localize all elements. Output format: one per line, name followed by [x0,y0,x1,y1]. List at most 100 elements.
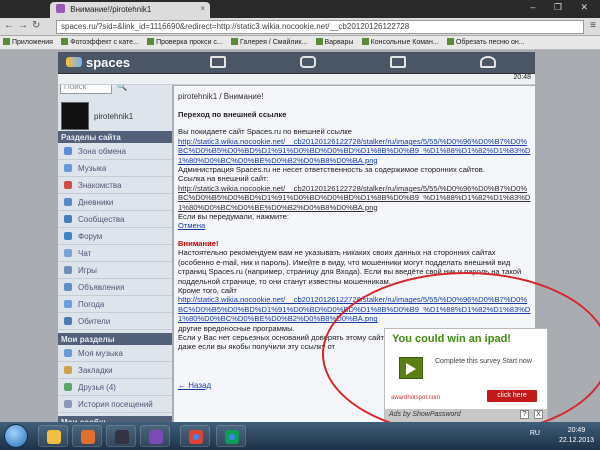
page-icon [147,38,155,45]
back-link[interactable]: ← Назад [178,381,211,390]
windows-taskbar: RU 20:49 22.12.2013 [0,422,600,450]
music-icon [64,349,72,357]
warning-title: Внимание! [178,238,219,248]
sidebar-item-communities[interactable]: Сообщества [58,211,172,228]
page-icon [315,38,323,45]
sidebar-item-bookmarks[interactable]: Закладки [58,362,172,379]
taskbar-item[interactable] [38,425,68,447]
browser-titlebar: Внимание!/pirotehnik1 × – ❐ ✕ [0,0,600,18]
clock-date: 22.12.2013 [558,437,594,444]
sidebar-item-games[interactable]: Игры [58,262,172,279]
cancel-link[interactable]: Отмена [178,221,532,230]
sidebar-item-friends[interactable]: Друзья (4) [58,379,172,396]
chat-icon [64,249,72,257]
start-button[interactable] [4,424,28,448]
address-bar-row: ← → ↻ spaces.ru/?sid=&link_id=1116690&re… [0,18,600,36]
bookmarks-bar: Приложения Фотоэффект с кате... Проверка… [0,36,600,50]
site-logo[interactable]: spaces [66,55,130,70]
taskbar-item[interactable] [106,425,136,447]
bookmark-item[interactable]: Приложения [0,36,56,48]
games-icon [64,266,72,274]
database-icon[interactable] [300,56,316,68]
disclaimer-text: Администрация Spaces.ru не несет ответст… [178,165,485,175]
bookmark-item[interactable]: Фотоэффект с кате... [58,36,142,48]
bookmark-item[interactable]: Консольные Коман... [359,36,442,48]
ad-site: awardhotspot.com [391,395,441,401]
external-link-plain: http://static3.wikia.nocookie.net/__cb20… [178,183,531,212]
tab-close-icon[interactable]: × [200,4,205,13]
sidebar-item-my-music[interactable]: Моя музыка [58,345,172,362]
link-label: Ссылка на внешний сайт: [178,174,269,184]
spaces-favicon-icon [56,4,65,13]
user-block[interactable]: pirotehnik1 [60,102,170,132]
chrome-icon [189,430,203,444]
sidebar-item-music[interactable]: Музыка [58,160,172,177]
avatar[interactable] [61,102,89,130]
site-header: spaces [58,52,535,74]
page-title: Переход по внешней ссылке [178,110,287,119]
app-icon [115,430,129,444]
notes-icon[interactable] [390,56,406,68]
sidebar-item-diaries[interactable]: Дневники [58,194,172,211]
arrow-icon[interactable] [399,357,423,379]
sidebar-item-chat[interactable]: Чат [58,245,172,262]
clock[interactable]: 20:49 22.12.2013 [559,426,594,446]
ad-footer: Ads by ShowPassword ? X [385,409,547,422]
popup-ad: You could win an ipad! Complete this sur… [384,328,548,422]
bookmark-item[interactable]: Варвары [313,36,357,48]
page-icon [446,38,454,45]
external-link-repeat[interactable]: http://static3.wikia.nocookie.net/__cb20… [178,295,532,323]
sidebar-item-dating[interactable]: Знакомства [58,177,172,194]
content-body: Переход по внешней ссылке Вы покидаете с… [178,110,532,352]
abodes-icon [64,317,72,325]
window-controls[interactable]: – ❐ ✕ [530,2,596,13]
sidebar-item-abodes[interactable]: Обители [58,313,172,330]
taskbar-item[interactable] [216,425,246,447]
sidebar-item-ads[interactable]: Объявления [58,279,172,296]
tab-title: Внимание!/pirotehnik1 [70,5,152,14]
sidebar-item-history[interactable]: История посещений [58,396,172,413]
ad-title[interactable]: You could win an ipad! [392,333,511,345]
bookmark-item[interactable]: Галерея / Смайлик... [228,36,310,48]
profile-icon[interactable] [480,56,496,68]
back-arrow-icon[interactable]: ← [4,20,14,31]
taskbar-item[interactable] [140,425,170,447]
section-header: Разделы сайта [58,131,172,143]
leaving-text: Вы покидаете сайт Spaces.ru по внешней с… [178,127,352,137]
page-icon [361,38,369,45]
visual-studio-icon [149,430,163,444]
folder-icon [47,430,61,444]
ads-icon [64,283,72,291]
reload-icon[interactable]: ↻ [32,20,40,31]
menu-icon[interactable]: ≡ [590,20,596,31]
chrome-icon [225,430,239,444]
ad-click-button[interactable]: click here [487,390,537,402]
sidebar-item-forum[interactable]: Форум [58,228,172,245]
username[interactable]: pirotehnik1 [94,112,133,121]
apps-icon [3,38,10,45]
time-bar: 20:48 [58,74,535,85]
sidebar: Поиск 🔍 pirotehnik1 Разделы сайта Зона о… [58,74,172,424]
bookmark-item[interactable]: Проверка прокси с... [144,36,226,48]
ad-info-button[interactable]: ? [520,410,529,419]
mail-icon[interactable] [210,56,226,68]
language-indicator[interactable]: RU [530,430,540,437]
sidebar-item-exchange[interactable]: Зона обмена [58,143,172,160]
external-link[interactable]: http://static3.wikia.nocookie.net/__cb20… [178,137,532,165]
taskbar-item[interactable] [72,425,102,447]
music-icon [64,164,72,172]
url-field[interactable]: spaces.ru/?sid=&link_id=1116690&redirect… [56,20,584,34]
page-icon [231,38,239,45]
taskbar-item[interactable] [180,425,210,447]
bookmark-item[interactable]: Обрезать песню он... [444,36,528,48]
ad-close-button[interactable]: X [534,410,543,419]
exchange-icon [64,147,72,155]
forward-arrow-icon[interactable]: → [18,20,28,31]
browser-tab[interactable]: Внимание!/pirotehnik1 × [50,2,210,18]
sidebar-item-weather[interactable]: Погода [58,296,172,313]
heart-icon [64,181,72,189]
cancel-prompt: Если вы передумали, нажмите: [178,212,289,222]
history-icon [64,400,72,408]
weather-icon [64,300,72,308]
forum-icon [64,232,72,240]
